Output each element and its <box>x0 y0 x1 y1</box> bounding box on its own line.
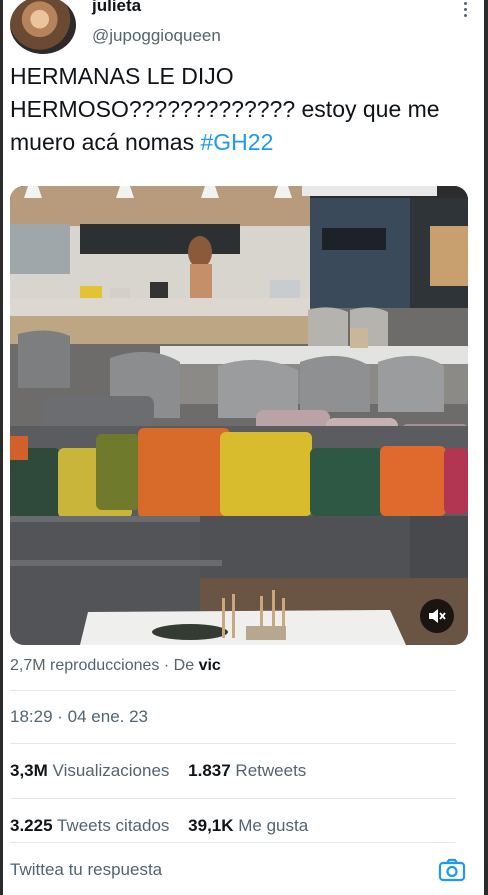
video-views-count: 2,7M reproducciones <box>10 657 160 674</box>
quote-tweets-stat[interactable]: 3.225 Tweets citados <box>10 816 169 835</box>
from-user-link[interactable]: vic <box>199 657 221 674</box>
speaker-muted-icon[interactable] <box>420 599 454 633</box>
likes-stat[interactable]: 39,1K Me gusta <box>188 816 308 835</box>
divider <box>10 743 456 744</box>
retweets-stat[interactable]: 1.837 Retweets <box>188 761 306 780</box>
stats-row-1: 3,3M Visualizaciones 1.837 Retweets <box>10 761 320 781</box>
reply-input[interactable]: Twittea tu respuesta <box>10 860 162 880</box>
more-options-icon[interactable] <box>462 2 468 18</box>
stats-row-2: 3.225 Tweets citados 39,1K Me gusta <box>10 816 322 836</box>
display-name[interactable]: julieta <box>92 0 141 16</box>
divider <box>10 798 456 799</box>
video-frame-image <box>10 186 468 645</box>
divider <box>10 690 456 691</box>
views-stat[interactable]: 3,3M Visualizaciones <box>10 761 169 780</box>
user-handle[interactable]: @jupoggioqueen <box>92 26 221 46</box>
tweet-text: HERMANAS LE DIJO HERMOSO????????????? es… <box>10 60 478 159</box>
tweet-timestamp[interactable]: 18:29 · 04 ene. 23 <box>10 707 148 727</box>
dot-separator: · <box>163 657 170 674</box>
camera-icon[interactable] <box>438 856 466 884</box>
avatar[interactable] <box>10 0 76 54</box>
reply-composer[interactable]: Twittea tu respuesta <box>10 856 466 888</box>
from-label: De <box>173 657 195 674</box>
tweet-header: julieta @jupoggioqueen <box>10 0 476 58</box>
hashtag-link[interactable]: #GH22 <box>200 129 273 155</box>
video-views-line: 2,7M reproducciones · De vic <box>10 657 221 675</box>
tweet-video[interactable] <box>10 186 468 645</box>
divider <box>10 842 456 843</box>
